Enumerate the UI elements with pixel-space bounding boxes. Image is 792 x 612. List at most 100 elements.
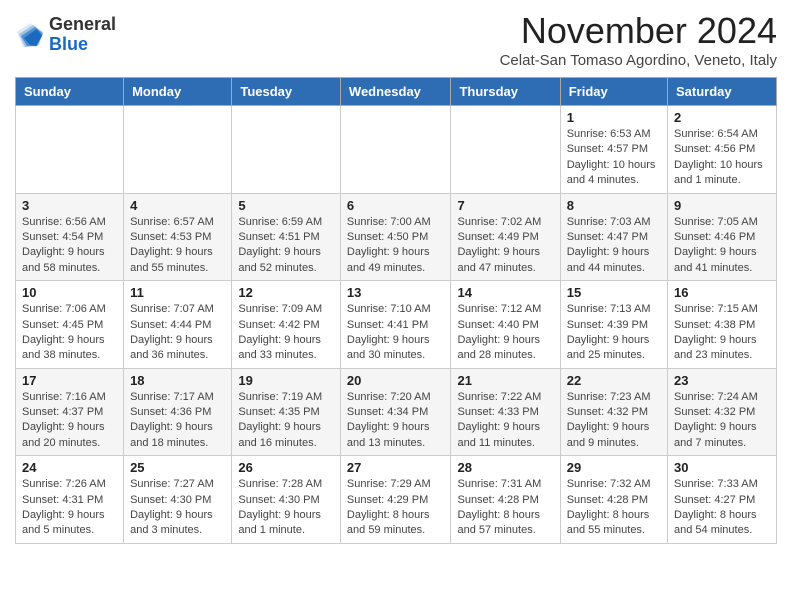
table-row: 1Sunrise: 6:53 AM Sunset: 4:57 PM Daylig… bbox=[560, 106, 667, 194]
table-row: 16Sunrise: 7:15 AM Sunset: 4:38 PM Dayli… bbox=[668, 281, 777, 369]
table-row: 22 Sunrise: 7:23 AM Sunset: 4:32 PM Dayli… bbox=[560, 368, 667, 456]
table-row: 21 Sunrise: 7:22 AM Sunset: 4:33 PM Dayli… bbox=[451, 368, 560, 456]
day-number: 5 bbox=[238, 198, 334, 213]
day-info: Sunrise: 6:54 AM Sunset: 4:56 PM Dayligh… bbox=[674, 127, 770, 189]
day-number: 20 bbox=[347, 373, 445, 388]
day-number: 3 bbox=[22, 198, 117, 213]
table-row bbox=[340, 106, 451, 194]
day-number: 8 bbox=[567, 198, 661, 213]
location-title: Celat-San Tomaso Agordino, Veneto, Italy bbox=[500, 52, 777, 69]
day-number: 6 bbox=[347, 198, 445, 213]
day-number: 13 bbox=[347, 285, 445, 300]
day-info: Sunrise: 7:26 AM Sunset: 4:31 PM Dayligh… bbox=[22, 477, 117, 539]
day-info: Sunrise: 7:17 AM Sunset: 4:36 PM Dayligh… bbox=[130, 390, 225, 452]
table-row: 17 Sunrise: 7:16 AM Sunset: 4:37 PM Dayli… bbox=[16, 368, 124, 456]
day-number: 22 bbox=[567, 373, 661, 388]
day-number: 11 bbox=[130, 285, 225, 300]
day-number: 7 bbox=[457, 198, 553, 213]
day-info: Sunrise: 7:07 AM Sunset: 4:44 PM Dayligh… bbox=[130, 302, 225, 364]
day-number: 23 bbox=[674, 373, 770, 388]
table-row bbox=[451, 106, 560, 194]
col-saturday: Saturday bbox=[668, 78, 777, 106]
table-row: 12 Sunrise: 7:09 AM Sunset: 4:42 PM Dayli… bbox=[232, 281, 341, 369]
day-number: 17 bbox=[22, 373, 117, 388]
table-row: 2 Sunrise: 6:54 AM Sunset: 4:56 PM Daylig… bbox=[668, 106, 777, 194]
table-row: 4Sunrise: 6:57 AM Sunset: 4:53 PM Daylig… bbox=[124, 193, 232, 281]
calendar-week-row: 24 Sunrise: 7:26 AM Sunset: 4:31 PM Dayli… bbox=[16, 456, 777, 544]
day-info: Sunrise: 7:24 AM Sunset: 4:32 PM Dayligh… bbox=[674, 390, 770, 452]
table-row: 13Sunrise: 7:10 AM Sunset: 4:41 PM Dayli… bbox=[340, 281, 451, 369]
day-info: Sunrise: 7:00 AM Sunset: 4:50 PM Dayligh… bbox=[347, 215, 445, 277]
table-row: 28 Sunrise: 7:31 AM Sunset: 4:28 PM Dayli… bbox=[451, 456, 560, 544]
calendar-week-row: 1Sunrise: 6:53 AM Sunset: 4:57 PM Daylig… bbox=[16, 106, 777, 194]
header: General Blue November 2024 Celat-San Tom… bbox=[15, 10, 777, 69]
day-info: Sunrise: 6:59 AM Sunset: 4:51 PM Dayligh… bbox=[238, 215, 334, 277]
table-row bbox=[124, 106, 232, 194]
day-info: Sunrise: 7:05 AM Sunset: 4:46 PM Dayligh… bbox=[674, 215, 770, 277]
col-sunday: Sunday bbox=[16, 78, 124, 106]
table-row: 25Sunrise: 7:27 AM Sunset: 4:30 PM Dayli… bbox=[124, 456, 232, 544]
table-row: 24 Sunrise: 7:26 AM Sunset: 4:31 PM Dayli… bbox=[16, 456, 124, 544]
table-row: 6 Sunrise: 7:00 AM Sunset: 4:50 PM Daylig… bbox=[340, 193, 451, 281]
month-title: November 2024 bbox=[500, 10, 777, 52]
day-info: Sunrise: 7:19 AM Sunset: 4:35 PM Dayligh… bbox=[238, 390, 334, 452]
day-number: 1 bbox=[567, 110, 661, 125]
table-row: 7 Sunrise: 7:02 AM Sunset: 4:49 PM Daylig… bbox=[451, 193, 560, 281]
table-row: 20 Sunrise: 7:20 AM Sunset: 4:34 PM Dayli… bbox=[340, 368, 451, 456]
title-area: November 2024 Celat-San Tomaso Agordino,… bbox=[500, 10, 777, 69]
day-info: Sunrise: 7:28 AM Sunset: 4:30 PM Dayligh… bbox=[238, 477, 334, 539]
day-info: Sunrise: 7:16 AM Sunset: 4:37 PM Dayligh… bbox=[22, 390, 117, 452]
day-number: 30 bbox=[674, 460, 770, 475]
table-row: 11 Sunrise: 7:07 AM Sunset: 4:44 PM Dayli… bbox=[124, 281, 232, 369]
day-info: Sunrise: 7:22 AM Sunset: 4:33 PM Dayligh… bbox=[457, 390, 553, 452]
day-number: 21 bbox=[457, 373, 553, 388]
day-number: 14 bbox=[457, 285, 553, 300]
table-row: 8 Sunrise: 7:03 AM Sunset: 4:47 PM Daylig… bbox=[560, 193, 667, 281]
table-row: 14 Sunrise: 7:12 AM Sunset: 4:40 PM Dayli… bbox=[451, 281, 560, 369]
day-number: 16 bbox=[674, 285, 770, 300]
day-number: 28 bbox=[457, 460, 553, 475]
day-info: Sunrise: 7:12 AM Sunset: 4:40 PM Dayligh… bbox=[457, 302, 553, 364]
calendar-week-row: 17 Sunrise: 7:16 AM Sunset: 4:37 PM Dayli… bbox=[16, 368, 777, 456]
day-info: Sunrise: 7:09 AM Sunset: 4:42 PM Dayligh… bbox=[238, 302, 334, 364]
day-info: Sunrise: 7:27 AM Sunset: 4:30 PM Dayligh… bbox=[130, 477, 225, 539]
logo-text: General Blue bbox=[49, 15, 116, 55]
day-number: 10 bbox=[22, 285, 117, 300]
day-info: Sunrise: 7:03 AM Sunset: 4:47 PM Dayligh… bbox=[567, 215, 661, 277]
day-number: 9 bbox=[674, 198, 770, 213]
day-info: Sunrise: 7:20 AM Sunset: 4:34 PM Dayligh… bbox=[347, 390, 445, 452]
calendar-week-row: 10Sunrise: 7:06 AM Sunset: 4:45 PM Dayli… bbox=[16, 281, 777, 369]
day-number: 26 bbox=[238, 460, 334, 475]
table-row: 26 Sunrise: 7:28 AM Sunset: 4:30 PM Dayli… bbox=[232, 456, 341, 544]
table-row: 19Sunrise: 7:19 AM Sunset: 4:35 PM Dayli… bbox=[232, 368, 341, 456]
day-info: Sunrise: 6:56 AM Sunset: 4:54 PM Dayligh… bbox=[22, 215, 117, 277]
day-number: 29 bbox=[567, 460, 661, 475]
table-row bbox=[232, 106, 341, 194]
day-info: Sunrise: 7:33 AM Sunset: 4:27 PM Dayligh… bbox=[674, 477, 770, 539]
table-row: 23 Sunrise: 7:24 AM Sunset: 4:32 PM Dayli… bbox=[668, 368, 777, 456]
day-number: 2 bbox=[674, 110, 770, 125]
logo-general-text: General bbox=[49, 15, 116, 35]
day-info: Sunrise: 7:13 AM Sunset: 4:39 PM Dayligh… bbox=[567, 302, 661, 364]
table-row: 15 Sunrise: 7:13 AM Sunset: 4:39 PM Dayli… bbox=[560, 281, 667, 369]
day-number: 12 bbox=[238, 285, 334, 300]
table-row: 27Sunrise: 7:29 AM Sunset: 4:29 PM Dayli… bbox=[340, 456, 451, 544]
logo: General Blue bbox=[15, 15, 116, 55]
table-row bbox=[16, 106, 124, 194]
col-tuesday: Tuesday bbox=[232, 78, 341, 106]
day-info: Sunrise: 7:29 AM Sunset: 4:29 PM Dayligh… bbox=[347, 477, 445, 539]
day-number: 15 bbox=[567, 285, 661, 300]
table-row: 30 Sunrise: 7:33 AM Sunset: 4:27 PM Dayli… bbox=[668, 456, 777, 544]
day-number: 24 bbox=[22, 460, 117, 475]
col-wednesday: Wednesday bbox=[340, 78, 451, 106]
day-number: 4 bbox=[130, 198, 225, 213]
day-info: Sunrise: 7:32 AM Sunset: 4:28 PM Dayligh… bbox=[567, 477, 661, 539]
day-info: Sunrise: 7:31 AM Sunset: 4:28 PM Dayligh… bbox=[457, 477, 553, 539]
logo-blue-text: Blue bbox=[49, 35, 116, 55]
day-info: Sunrise: 7:23 AM Sunset: 4:32 PM Dayligh… bbox=[567, 390, 661, 452]
table-row: 29 Sunrise: 7:32 AM Sunset: 4:28 PM Dayli… bbox=[560, 456, 667, 544]
col-friday: Friday bbox=[560, 78, 667, 106]
col-monday: Monday bbox=[124, 78, 232, 106]
day-info: Sunrise: 7:02 AM Sunset: 4:49 PM Dayligh… bbox=[457, 215, 553, 277]
calendar-week-row: 3 Sunrise: 6:56 AM Sunset: 4:54 PM Daylig… bbox=[16, 193, 777, 281]
